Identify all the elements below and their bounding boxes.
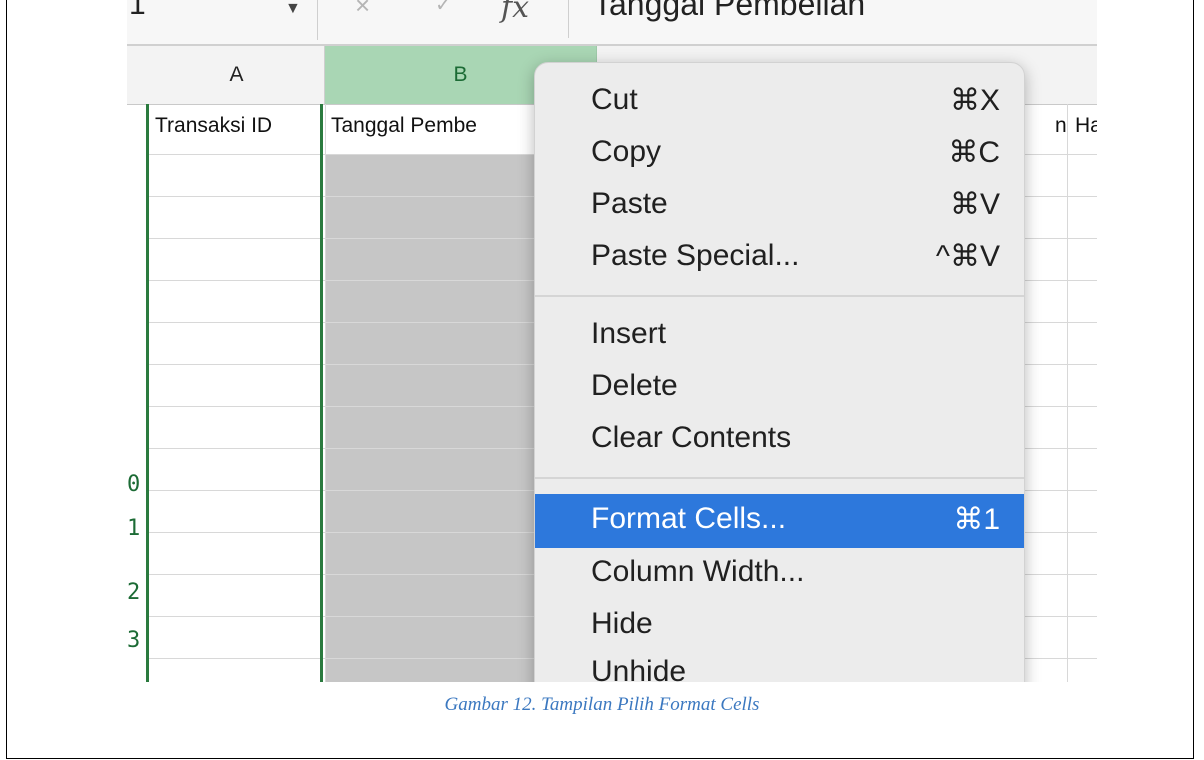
cell-partial-2[interactable]: Har: [1075, 114, 1097, 138]
formula-input[interactable]: Tanggal Pembelian: [593, 0, 865, 23]
insert-function-icon[interactable]: fx: [501, 0, 529, 25]
confirm-icon[interactable]: ✓: [435, 0, 452, 17]
excel-screenshot: 1 ▼ × ✓ fx Tanggal Pembelian A B Transak…: [127, 0, 1097, 682]
row-number[interactable]: 3: [127, 628, 147, 653]
menu-item-label: Paste: [591, 187, 668, 220]
menu-separator: [535, 477, 1024, 479]
formula-bar: 1 ▼ × ✓ fx Tanggal Pembelian: [127, 0, 1097, 46]
menu-item-paste[interactable]: Paste ⌘V: [535, 179, 1024, 233]
menu-item-shortcut: ⌘1: [953, 503, 1000, 536]
divider: [568, 0, 569, 38]
cell-a1[interactable]: Transaksi ID: [155, 114, 272, 138]
context-menu: Cut ⌘X Copy ⌘C Paste ⌘V Paste Special...…: [534, 62, 1025, 682]
column-header-a[interactable]: A: [149, 46, 325, 104]
menu-item-label: Delete: [591, 369, 678, 402]
selection-border-b: [320, 104, 323, 682]
menu-item-label: Format Cells...: [591, 502, 787, 535]
menu-item-format-cells[interactable]: Format Cells... ⌘1: [535, 494, 1024, 548]
row-number[interactable]: 2: [127, 580, 147, 605]
name-box[interactable]: 1 ▼: [127, 0, 317, 38]
menu-item-shortcut: ⌘C: [948, 136, 1000, 169]
row-number[interactable]: 0: [127, 472, 147, 497]
menu-separator: [535, 295, 1024, 297]
menu-item-cut[interactable]: Cut ⌘X: [535, 75, 1024, 129]
menu-item-hide[interactable]: Hide: [535, 599, 1024, 653]
gridline: [325, 104, 326, 682]
menu-item-label: Clear Contents: [591, 421, 792, 454]
menu-item-copy[interactable]: Copy ⌘C: [535, 127, 1024, 181]
menu-item-shortcut: ⌘V: [949, 188, 1000, 221]
name-box-value: 1: [129, 0, 146, 21]
menu-item-label: Column Width...: [591, 555, 805, 588]
figure-caption: Gambar 12. Tampilan Pilih Format Cells: [444, 694, 760, 715]
menu-item-label: Insert: [591, 317, 667, 350]
row-number[interactable]: 1: [127, 516, 147, 541]
gridline: [1067, 104, 1068, 682]
divider: [317, 0, 318, 40]
menu-item-column-width[interactable]: Column Width...: [535, 547, 1024, 601]
menu-item-shortcut: ^⌘V: [935, 240, 1000, 273]
menu-item-shortcut: ⌘X: [949, 84, 1000, 117]
menu-item-label: Copy: [591, 135, 662, 168]
name-box-dropdown-icon[interactable]: ▼: [285, 0, 301, 18]
cell-partial-1[interactable]: n: [1055, 114, 1067, 138]
menu-item-label: Unhide: [591, 655, 687, 682]
menu-item-label: Cut: [591, 83, 638, 116]
menu-item-clear-contents[interactable]: Clear Contents: [535, 413, 1024, 467]
menu-item-paste-special[interactable]: Paste Special... ^⌘V: [535, 231, 1024, 285]
menu-item-label: Paste Special...: [591, 239, 800, 272]
menu-item-unhide[interactable]: Unhide: [535, 647, 1024, 682]
menu-item-label: Hide: [591, 607, 653, 640]
menu-item-insert[interactable]: Insert: [535, 309, 1024, 363]
cell-b1[interactable]: Tanggal Pembe: [331, 114, 551, 138]
cancel-icon[interactable]: ×: [355, 0, 370, 21]
menu-item-delete[interactable]: Delete: [535, 361, 1024, 415]
